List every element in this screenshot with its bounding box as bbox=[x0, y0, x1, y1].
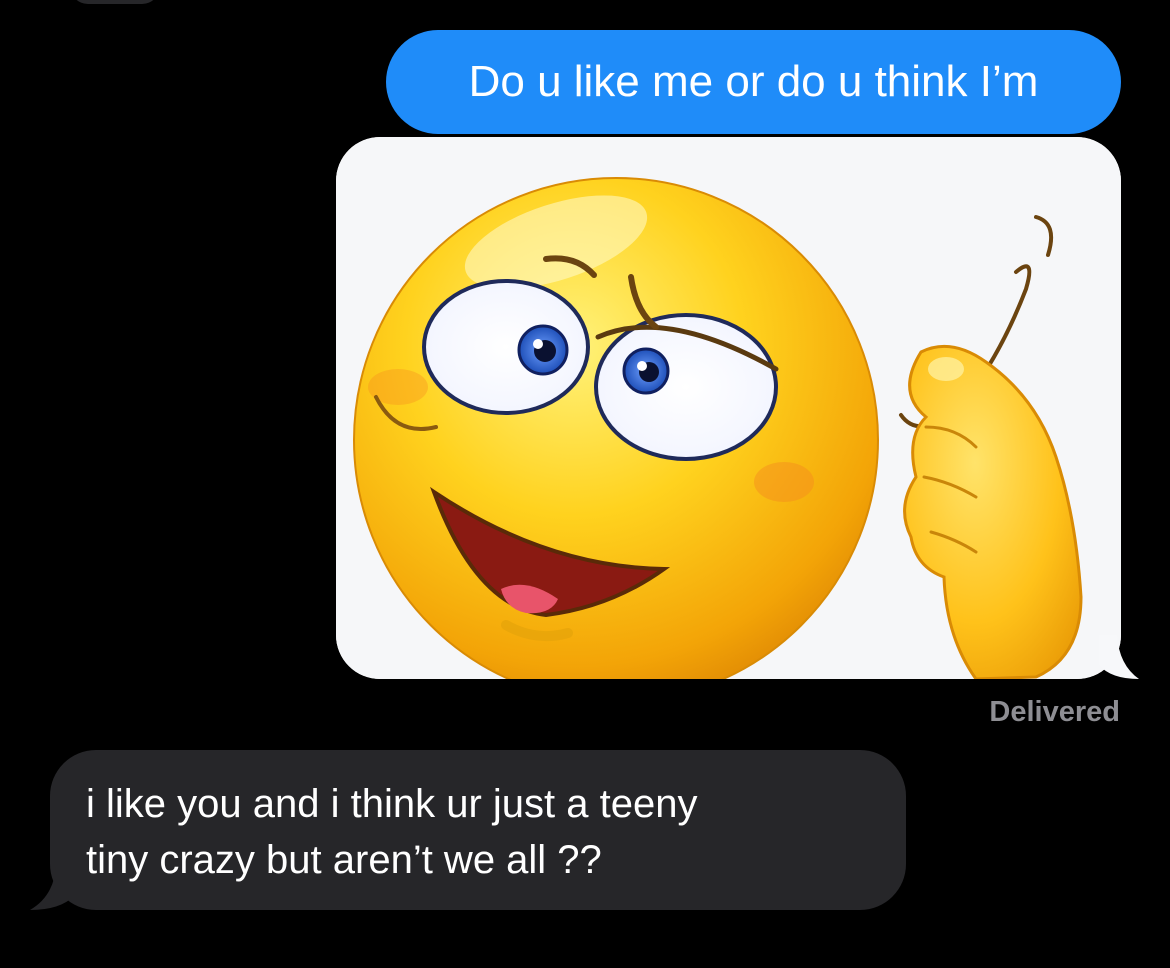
outgoing-bubble-tail bbox=[1099, 635, 1139, 679]
incoming-message-text-line-1: i like you and i think ur just a teeny bbox=[86, 782, 698, 826]
outgoing-message-bubble[interactable]: Do u like me or do u think I’m bbox=[386, 30, 1121, 134]
previous-message-bubble bbox=[70, 0, 160, 4]
incoming-message-text-line-2: tiny crazy but aren’t we all ?? bbox=[86, 838, 602, 882]
outgoing-message-text: Do u like me or do u think I’m bbox=[468, 57, 1039, 106]
image-attachment-bubble[interactable] bbox=[336, 137, 1139, 679]
incoming-message-bubble[interactable]: i like you and i think ur just a teeny t… bbox=[30, 750, 906, 910]
incoming-bubble-tail bbox=[30, 866, 74, 910]
delivery-status: Delivered bbox=[989, 696, 1120, 728]
crazy-face-emoji-icon bbox=[353, 177, 1083, 679]
